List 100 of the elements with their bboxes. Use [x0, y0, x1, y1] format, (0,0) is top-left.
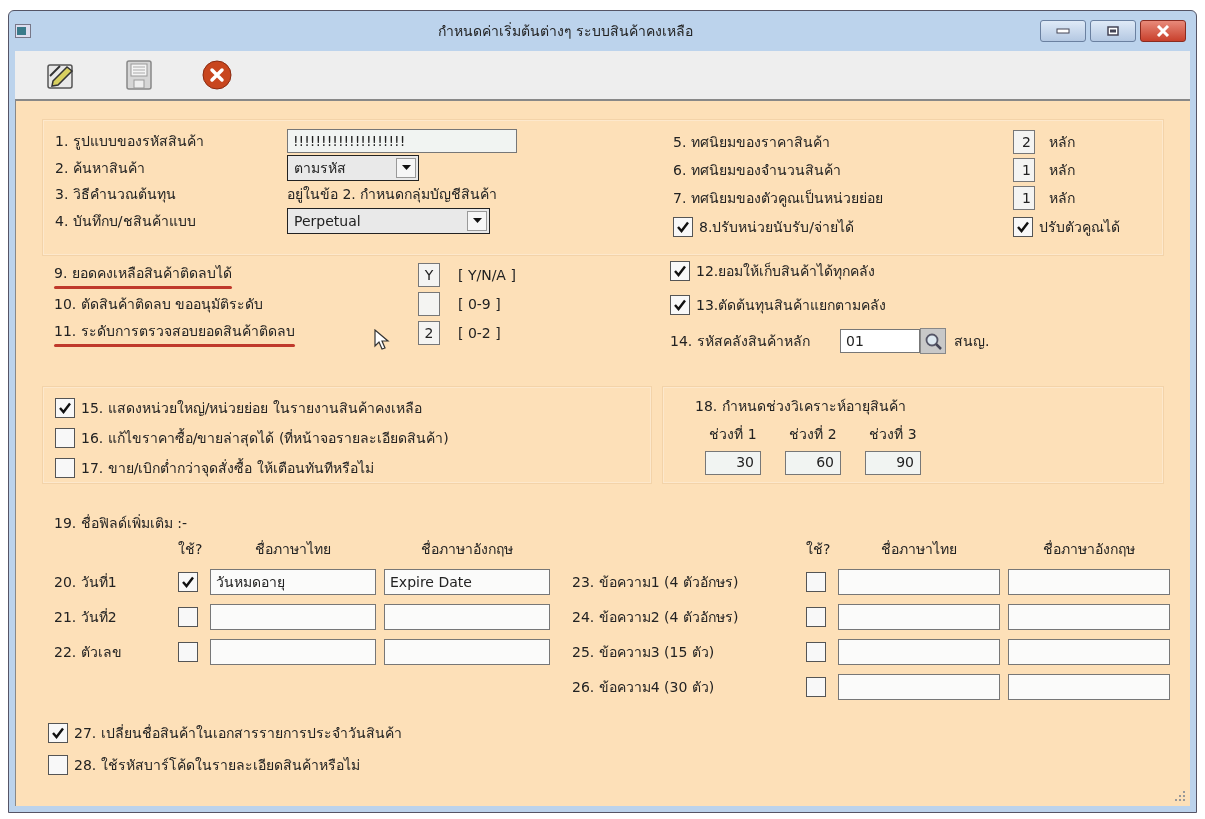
mouse-pointer-icon	[374, 329, 390, 351]
text-field[interactable]: 01	[840, 329, 920, 353]
checkbox[interactable]	[670, 261, 690, 281]
text-field[interactable]	[838, 604, 1000, 630]
section-title: 18. กำหนดช่วงวิเคราะห์อายุสินค้า	[695, 397, 907, 417]
checkbox[interactable]	[806, 607, 826, 627]
period-field[interactable]: 90	[865, 451, 921, 475]
window-title: กำหนดค่าเริ่มต้นต่างๆ ระบบสินค้าคงเหลือ	[436, 21, 695, 41]
checkbox[interactable]	[178, 642, 198, 662]
checkbox[interactable]	[1013, 217, 1033, 237]
number-field[interactable]: 1	[1013, 158, 1035, 182]
minimize-button[interactable]	[1040, 20, 1086, 42]
unit-label: หลัก	[1049, 161, 1075, 180]
text-field[interactable]	[1008, 639, 1170, 665]
text-field[interactable]	[1008, 569, 1170, 595]
section-title: 19. ชื่อฟิลด์เพิ่มเติม :-	[53, 513, 188, 533]
period-label: ช่วงที่ 3	[869, 424, 917, 444]
option-label: 12.ยอมให้เก็บสินค้าได้ทุกคลัง	[696, 261, 876, 282]
checkbox[interactable]	[806, 677, 826, 697]
field-label: 22. ตัวเลข	[54, 643, 123, 662]
checkbox[interactable]	[48, 755, 68, 775]
option-label: 16. แก้ไขราคาซื้อ/ขายล่าสุดได้ (ที่หน้าจอรายละเอียดสินค้า)	[81, 427, 449, 449]
checkbox[interactable]	[673, 217, 693, 237]
text-field[interactable]	[838, 569, 1000, 595]
checkbox[interactable]	[806, 642, 826, 662]
checkbox[interactable]	[55, 398, 75, 418]
dropdown[interactable]: ตามรหัส	[287, 154, 419, 181]
text-field[interactable]	[210, 639, 376, 665]
text-field[interactable]: วันหมดอายุ	[210, 569, 376, 595]
text-field[interactable]: Expire Date	[384, 569, 550, 595]
restore-icon	[1107, 26, 1119, 36]
range-hint: [ 0-2 ]	[458, 325, 501, 341]
column-header: ชื่อภาษาไทย	[254, 539, 332, 559]
app-icon	[15, 24, 31, 38]
maximize-button[interactable]	[1090, 20, 1136, 42]
text-field[interactable]	[838, 674, 1000, 700]
checkbox[interactable]	[178, 572, 198, 592]
warehouse-name: สนญ.	[954, 332, 990, 351]
option-label: 15. แสดงหน่วยใหญ่/หน่วยย่อย ในรายงานสินค้าคงเหลือ	[81, 399, 422, 418]
checkbox[interactable]	[55, 458, 75, 478]
checkbox[interactable]	[806, 572, 826, 592]
unit-label: หลัก	[1049, 133, 1075, 152]
text-field[interactable]	[1008, 604, 1170, 630]
field-label: 11. ระดับการตรวจสอบยอดสินค้าติดลบ	[54, 321, 295, 341]
field-label: 1. รูปแบบของรหัสสินค้า	[55, 132, 205, 152]
close-button[interactable]	[1140, 20, 1186, 42]
caret-icon	[401, 165, 411, 170]
text-field[interactable]	[210, 604, 376, 630]
minimize-icon	[1056, 28, 1070, 34]
text-field[interactable]	[384, 639, 550, 665]
period-field[interactable]: 30	[705, 451, 761, 475]
field-label: 9. ยอดคงเหลือสินค้าติดลบได้	[54, 263, 232, 283]
cancel-icon[interactable]	[201, 59, 233, 91]
field-value: อยู่ในข้อ 2. กำหนดกลุ่มบัญชีสินค้า	[287, 185, 498, 205]
option-label: 27. เปลี่ยนชื่อสินค้าในเอกสารรายการประจำวันสินค้า	[74, 723, 402, 743]
period-label: ช่วงที่ 1	[709, 424, 757, 444]
checkbox[interactable]	[670, 295, 690, 315]
field-label: 24. ข้อความ2 (4 ตัวอักษร)	[572, 608, 740, 627]
range-hint: [ Y/N/A ]	[458, 267, 516, 283]
value-field[interactable]	[418, 292, 440, 316]
field-label: 6. ทศนิยมของจำนวนสินค้า	[673, 161, 842, 180]
value-field[interactable]: Y	[418, 263, 440, 287]
option-label: 13.ตัดต้นทุนสินค้าแยกตามคลัง	[696, 296, 887, 316]
option-label: 17. ขาย/เบิกต่ำกว่าจุดสั่งซื้อ ให้เตือนทันทีหรือไม่	[81, 457, 374, 479]
number-field[interactable]: 1	[1013, 186, 1035, 210]
dropdown[interactable]: Perpetual	[287, 207, 490, 234]
text-field[interactable]	[838, 639, 1000, 665]
text-field[interactable]: !!!!!!!!!!!!!!!!!!!!	[287, 129, 517, 153]
field-label: 5. ทศนิยมของราคาสินค้า	[673, 133, 831, 152]
checkbox[interactable]	[48, 723, 68, 743]
text-field[interactable]	[384, 604, 550, 630]
checkbox[interactable]	[55, 428, 75, 448]
value-field[interactable]: 2	[418, 321, 440, 345]
field-label: 25. ข้อความ3 (15 ตัว)	[572, 643, 716, 662]
field-label: 14. รหัสคลังสินค้าหลัก	[670, 332, 811, 351]
checkbox[interactable]	[178, 607, 198, 627]
caret-icon	[472, 218, 482, 223]
option-label: 28. ใช้รหัสบาร์โค้ดในรายละเอียดสินค้าหรือไม่	[74, 756, 360, 775]
number-field[interactable]: 2	[1013, 130, 1035, 154]
option-label: 8.ปรับหน่วยนับรับ/จ่ายได้	[699, 218, 855, 237]
period-field[interactable]: 60	[785, 451, 841, 475]
range-hint: [ 0-9 ]	[458, 296, 501, 312]
field-label: 10. ตัดสินค้าติดลบ ขออนุมัติระดับ	[54, 295, 264, 315]
text-field[interactable]	[1008, 674, 1170, 700]
field-label: 23. ข้อความ1 (4 ตัวอักษร)	[572, 573, 740, 592]
close-icon	[1156, 25, 1170, 37]
field-label: 7. ทศนิยมของตัวคูณเป็นหน่วยย่อย	[673, 188, 884, 209]
column-header: ชื่อภาษาอังกฤษ	[420, 539, 514, 559]
field-label: 21. วันที่2	[54, 607, 118, 627]
search-button[interactable]	[920, 328, 946, 354]
field-label: 3. วิธีคำนวณต้นทุน	[55, 185, 177, 205]
field-label: 20. วันที่1	[54, 572, 118, 592]
field-label: 26. ข้อความ4 (30 ตัว)	[572, 678, 716, 697]
search-icon	[924, 332, 942, 350]
column-header: ชื่อภาษาอังกฤษ	[1042, 539, 1136, 559]
column-header: ชื่อภาษาไทย	[880, 539, 958, 559]
field-label: 2. ค้นหาสินค้า	[55, 158, 146, 178]
field-label: 4. บันทึกบ/ชสินค้าแบบ	[55, 211, 197, 231]
unit-label: หลัก	[1049, 189, 1075, 208]
resize-grip-icon[interactable]	[1174, 790, 1186, 802]
